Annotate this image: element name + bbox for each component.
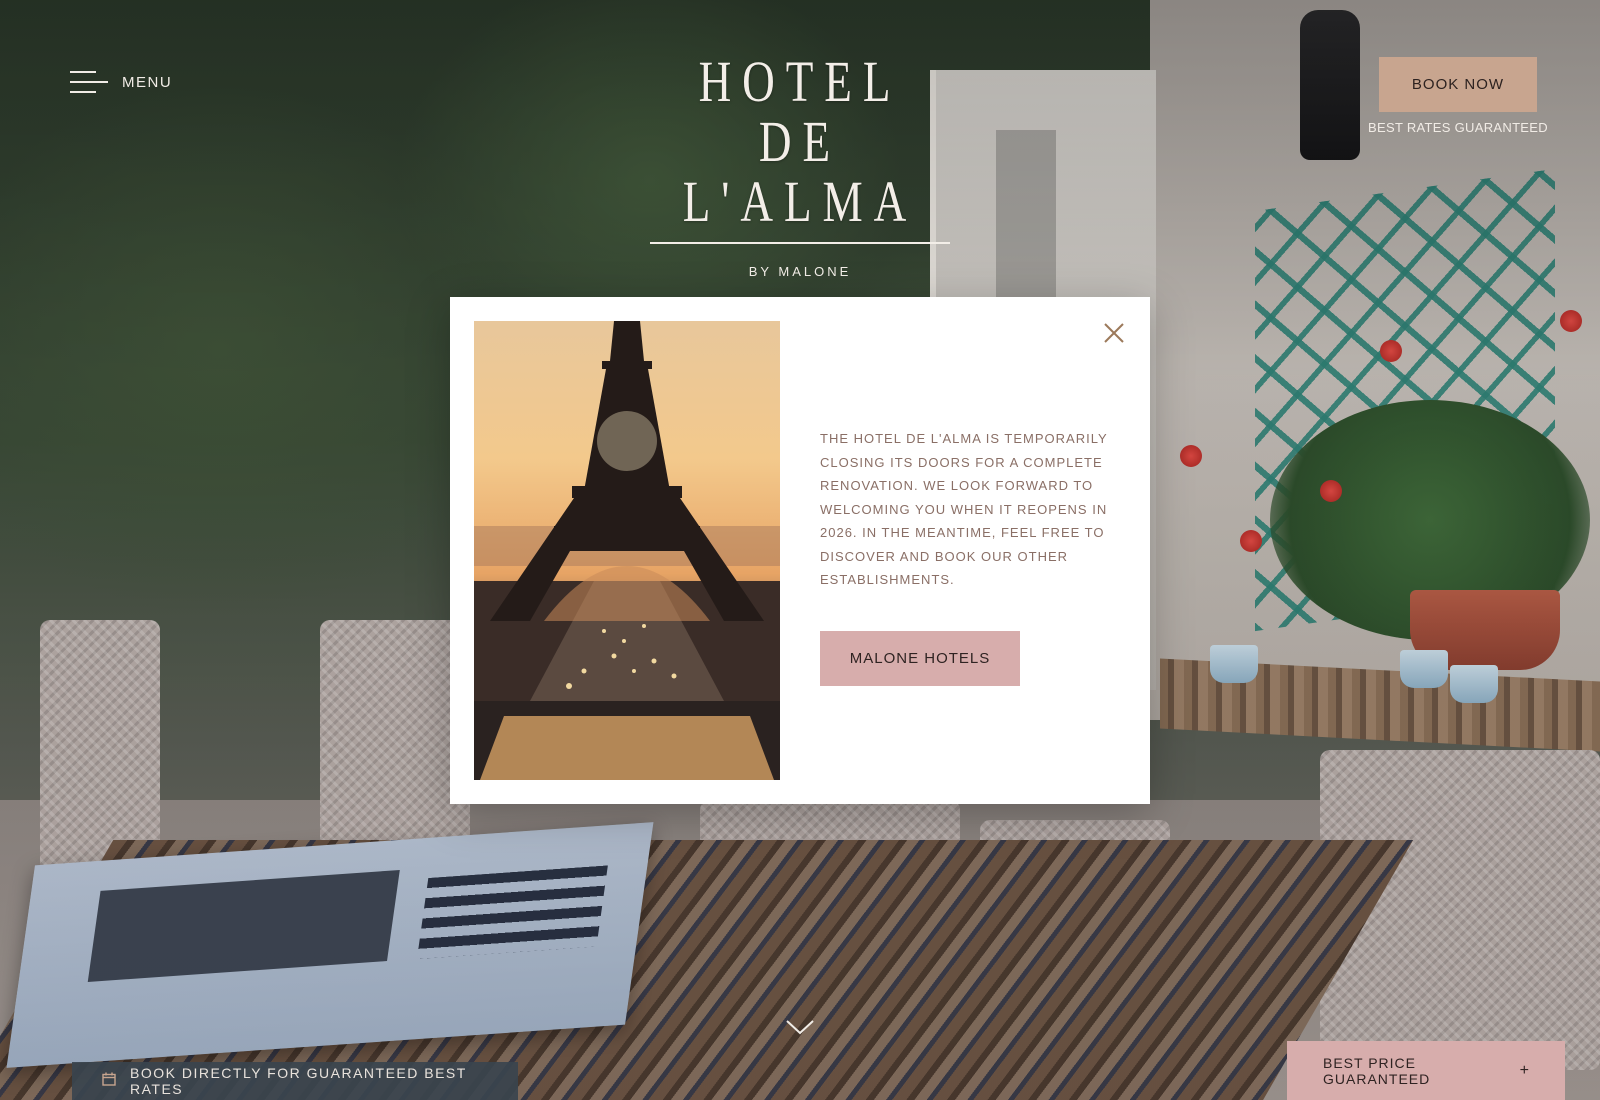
logo-line-1: HOTEL (698, 49, 902, 114)
logo-subtitle: BY MALONE (748, 264, 852, 279)
malone-hotels-button[interactable]: MALONE HOTELS (820, 631, 1020, 686)
menu-button[interactable]: MENU (70, 68, 172, 96)
plus-icon: + (1519, 1061, 1529, 1079)
book-directly-bar[interactable]: BOOK DIRECTLY FOR GUARANTEED BEST RATES (72, 1062, 518, 1100)
eiffel-tower-photo (474, 321, 780, 780)
renovation-modal: THE HOTEL DE L'ALMA IS TEMPORARILY CLOSI… (450, 297, 1150, 804)
menu-label: MENU (122, 73, 173, 91)
calendar-icon (102, 1072, 116, 1091)
hotel-logo[interactable]: HOTEL DE L'ALMA BY MALONE (640, 52, 960, 279)
chevron-down-icon[interactable] (785, 1018, 815, 1036)
best-price-label: BEST PRICE GUARANTEED (1323, 1054, 1431, 1087)
book-now-button[interactable]: BOOK NOW (1379, 57, 1537, 112)
hamburger-icon (70, 68, 108, 96)
best-rates-label: BEST RATES GUARANTEED (1368, 120, 1548, 135)
logo-line-2: DE L'ALMA (682, 109, 918, 234)
renovation-message: THE HOTEL DE L'ALMA IS TEMPORARILY CLOSI… (820, 431, 1108, 587)
logo-divider (650, 242, 950, 244)
best-price-guaranteed-toggle[interactable]: BEST PRICE GUARANTEED + (1287, 1041, 1565, 1100)
close-icon[interactable] (1100, 319, 1128, 347)
book-directly-label: BOOK DIRECTLY FOR GUARANTEED BEST RATES (130, 1065, 467, 1097)
page: MENU HOTEL DE L'ALMA BY MALONE BOOK NOW … (0, 0, 1600, 1100)
